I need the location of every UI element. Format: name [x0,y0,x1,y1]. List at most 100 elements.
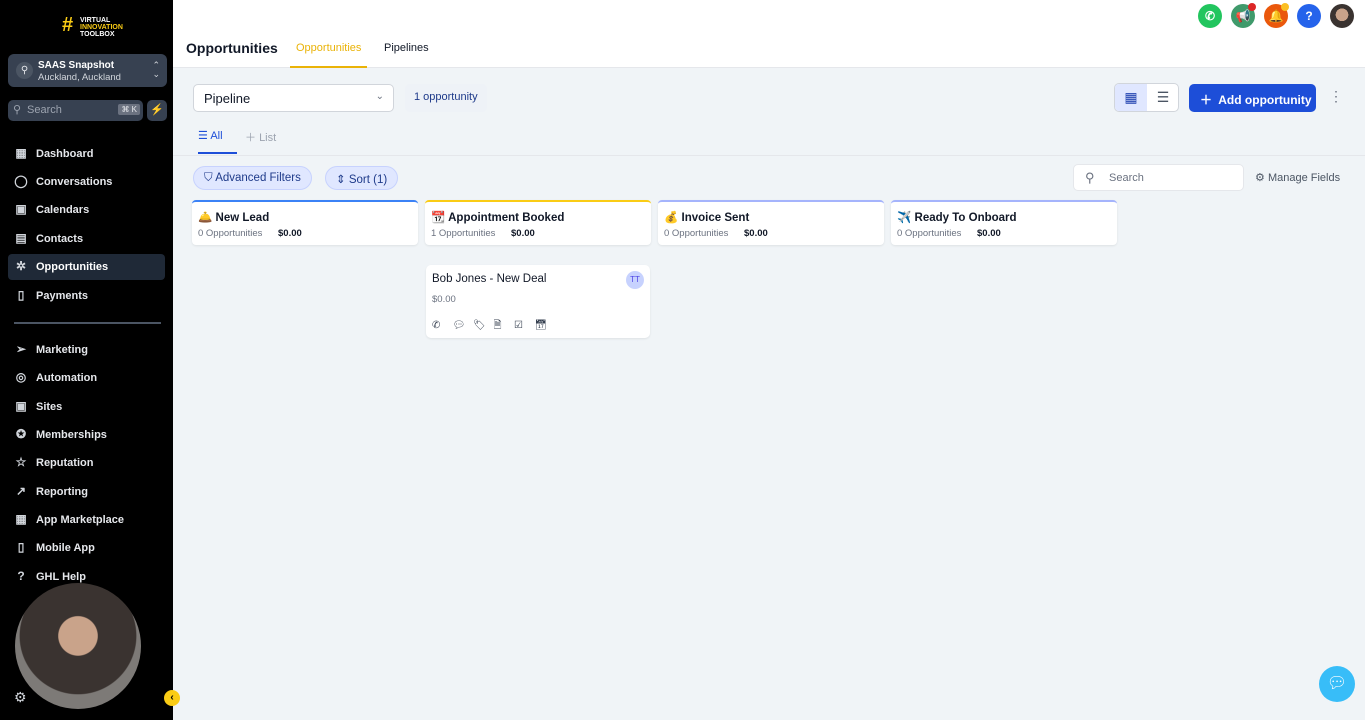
sidebar-item-reputation[interactable]: ☆ Reputation [8,450,165,476]
stage-column-header: 📆 Appointment Booked 1 Opportunities $0.00 [425,200,651,245]
sidebar-item-conversations[interactable]: ◯ Conversations [8,169,165,195]
list-view-icon[interactable]: ☰ [1147,84,1178,111]
stage-count: 0 Opportunities [664,228,729,239]
send-icon: ➢ [15,342,27,356]
sidebar-search[interactable]: ⚲ Search ⌘ K [8,100,143,121]
sidebar-item-label: Opportunities [36,261,109,273]
subtab-all-label: All [210,130,223,142]
sidebar-item-label: App Marketplace [36,514,125,526]
stage-title: Ready To Onboard [914,212,1017,224]
settings-icon[interactable]: ⚙ [14,689,27,706]
stage-emoji-icon: ✈️ [897,212,912,224]
sidebar-item-payments[interactable]: ▯ Payments [8,283,165,309]
globe-icon: ▣ [15,399,27,413]
tag-icon[interactable]: 🏷︎ [473,320,494,331]
filter-icon: ⛉ [204,172,213,184]
phone-icon: ▯ [17,540,25,554]
phone-icon[interactable]: ✆ [1198,4,1222,28]
appointment-icon[interactable]: 📅︎ [535,320,556,331]
badge-icon: ✪ [15,427,27,441]
add-opportunity-label: Add opportunity [1218,93,1312,107]
chat-widget-icon[interactable]: 💬︎ [1319,666,1355,702]
board-view-icon[interactable]: ▦ [1115,84,1147,111]
tab-opportunities[interactable]: Opportunities [290,42,368,68]
top-bar: Opportunities Opportunities Pipelines ✆ … [173,0,1365,68]
gear-icon: ⚙ [1255,172,1265,184]
more-options-icon[interactable]: ⋮ [1329,88,1343,105]
sort-icon: ⇕ [336,174,346,186]
stage-column-header: 💰 Invoice Sent 0 Opportunities $0.00 [658,200,884,245]
opportunity-value: $0.00 [432,294,456,305]
pipeline-select[interactable]: Pipeline ⌄ [193,84,394,112]
pipeline-select-value: Pipeline [204,91,251,106]
automation-icon: ◎ [15,370,27,384]
help-icon[interactable]: ? [1297,4,1321,28]
sidebar-item-automation[interactable]: ◎ Automation [8,365,165,391]
opportunity-search-input[interactable]: ⚲ Search [1073,164,1244,191]
subtab-divider [173,155,1365,156]
sidebar-item-label: Conversations [36,176,113,188]
advanced-filters-button[interactable]: ⛉ Advanced Filters [193,166,312,190]
subtab-all[interactable]: ☰ All [198,129,237,154]
stage-emoji-icon: 💰 [664,212,679,224]
sidebar-item-label: Automation [36,372,98,384]
stage-value: $0.00 [744,228,768,239]
announcement-icon[interactable]: 📢 [1231,3,1256,28]
sidebar-item-label: Reporting [36,486,88,498]
sidebar-item-marketing[interactable]: ➢ Marketing [8,337,165,363]
trend-icon: ↗ [15,484,27,498]
user-avatar[interactable] [1330,4,1354,28]
sort-button[interactable]: ⇕ Sort (1) [325,166,399,190]
stage-value: $0.00 [278,228,302,239]
stage-column-header: ✈️ Ready To Onboard 0 Opportunities $0.00 [891,200,1117,245]
sidebar-item-label: Sites [36,401,63,413]
sidebar-item-mobile-app[interactable]: ▯ Mobile App [8,535,165,561]
account-switcher[interactable]: ⚲ SAAS Snapshot Auckland, Auckland ⌃ ⌄ [8,54,167,87]
call-icon[interactable]: ✆ [432,320,453,331]
sidebar-item-memberships[interactable]: ✪ Memberships [8,422,165,448]
sidebar-item-dashboard[interactable]: ▦ Dashboard [8,141,165,167]
assignee-avatar: TT [626,271,644,289]
chat-icon: ◯ [14,174,28,188]
stage-title: Invoice Sent [681,212,750,224]
star-icon: ☆ [15,455,27,469]
opportunity-count: 1 opportunity [405,84,487,112]
sidebar-item-contacts[interactable]: ▤ Contacts [8,226,165,252]
opportunity-name: Bob Jones - New Deal [432,273,547,285]
manage-fields-label: Manage Fields [1267,172,1341,184]
manage-fields-button[interactable]: ⚙ Manage Fields [1255,171,1340,184]
opportunity-card[interactable]: Bob Jones - New Deal $0.00 TT ✆ 💬︎ 🏷︎ 🗎 ☑ 📅︎ [426,265,650,338]
sidebar-item-label: Dashboard [36,148,94,160]
subtab-add-list[interactable]: ＋ List [245,129,276,145]
sidebar-item-label: Memberships [36,429,107,441]
sidebar-item-label: Calendars [36,204,90,216]
stage-title: Appointment Booked [448,212,565,224]
sidebar-divider [14,322,161,324]
sidebar-item-label: Reputation [36,457,94,469]
grid-icon: ▦ [15,146,27,160]
tab-pipelines[interactable]: Pipelines [384,42,429,54]
network-icon: ✲ [15,259,27,273]
account-name: SAAS Snapshot [38,60,115,71]
sidebar-item-opportunities[interactable]: ✲ Opportunities [8,254,165,280]
stage-emoji-icon: 🛎️ [198,212,213,224]
stage-value: $0.00 [511,228,535,239]
add-opportunity-button[interactable]: ＋ Add opportunity [1189,84,1316,112]
notification-bell-icon[interactable]: 🔔 [1264,3,1289,28]
sidebar-item-calendars[interactable]: ▣ Calendars [8,197,165,223]
quick-action-bolt-icon[interactable]: ⚡ [147,100,167,121]
task-icon[interactable]: ☑ [514,320,535,331]
sidebar-item-reporting[interactable]: ↗ Reporting [8,479,165,505]
note-icon[interactable]: 🗎 [494,318,515,335]
message-icon[interactable]: 💬︎ [453,320,474,331]
help-icon: ? [17,569,25,583]
stage-emoji-icon: 📆 [431,212,446,224]
stage-value: $0.00 [977,228,1001,239]
sidebar-item-sites[interactable]: ▣ Sites [8,394,165,420]
plus-icon: ＋ [1200,93,1213,107]
sidebar: # VIRTUAL INNOVATION TOOLBOX ⚲ SAAS Snapsho… [0,0,173,720]
sidebar-item-app-marketplace[interactable]: ▦ App Marketplace [8,507,165,533]
contacts-icon: ▤ [15,231,27,245]
collapse-sidebar-button[interactable]: ‹ [164,690,180,706]
page-title: Opportunities [186,40,278,56]
